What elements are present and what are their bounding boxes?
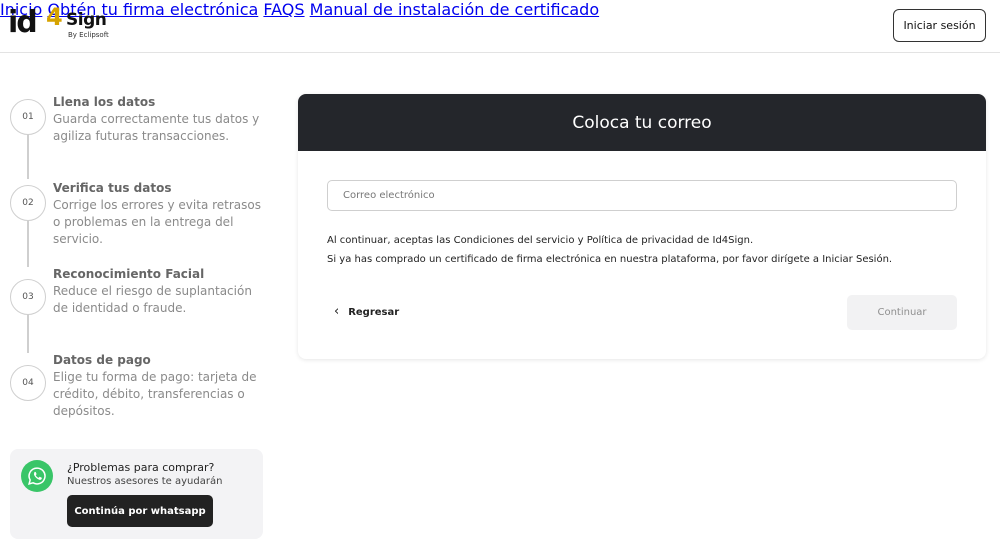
login-note: Si ya has comprado un certificado de fir… (327, 254, 893, 265)
step-description: Reduce el riesgo de suplantación de iden… (53, 284, 252, 315)
back-button[interactable]: ‹ Regresar (334, 304, 399, 320)
card-title: Coloca tu correo (572, 112, 712, 133)
nav-link-faqs[interactable]: FAQS (263, 0, 304, 19)
step-number-badge: 03 (10, 279, 46, 315)
step-title: Reconocimiento Facial (53, 267, 205, 281)
logo-by-text: By Eclipsoft (68, 31, 109, 39)
logo-four-text: 4 (46, 3, 63, 31)
help-subtitle: Nuestros asesores te ayudarán (67, 476, 223, 487)
step-title: Verifica tus datos (53, 181, 172, 195)
step-number-badge: 01 (10, 99, 46, 135)
email-field[interactable] (327, 180, 957, 211)
step-description: Corrige los errores y evita retrasos o p… (53, 198, 262, 246)
step-title: Llena los datos (53, 95, 156, 109)
nav-link-manual[interactable]: Manual de instalación de certificado (310, 0, 599, 19)
step-connector (27, 133, 29, 179)
whatsapp-button[interactable]: Continúa por whatsapp (67, 495, 213, 527)
continue-button[interactable]: Continuar (847, 295, 957, 330)
help-title: ¿Problemas para comprar? (67, 461, 215, 474)
logo-id-text: id (8, 5, 38, 40)
chevron-left-icon: ‹ (334, 304, 340, 319)
step-description: Guarda correctamente tus datos y agiliza… (53, 112, 260, 143)
card-header: Coloca tu correo (298, 94, 986, 151)
logo-sign-text: Sign (66, 10, 107, 30)
help-box: ¿Problemas para comprar? Nuestros asesor… (10, 449, 263, 539)
email-card: Coloca tu correo Al continuar, aceptas l… (298, 94, 986, 359)
login-button[interactable]: Iniciar sesión (893, 9, 986, 42)
top-header: id 4 Sign By Eclipsoft Inicio Obtén tu f… (0, 0, 1000, 53)
back-label: Regresar (348, 306, 400, 318)
step-connector (27, 221, 29, 267)
step-number-badge: 04 (10, 365, 46, 401)
whatsapp-icon (21, 460, 53, 492)
terms-note: Al continuar, aceptas las Condiciones de… (327, 235, 754, 246)
step-title: Datos de pago (53, 353, 151, 367)
id4sign-logo[interactable]: id 4 Sign By Eclipsoft (8, 3, 109, 43)
step-description: Elige tu forma de pago: tarjeta de crédi… (53, 370, 257, 418)
step-number-badge: 02 (10, 185, 46, 221)
